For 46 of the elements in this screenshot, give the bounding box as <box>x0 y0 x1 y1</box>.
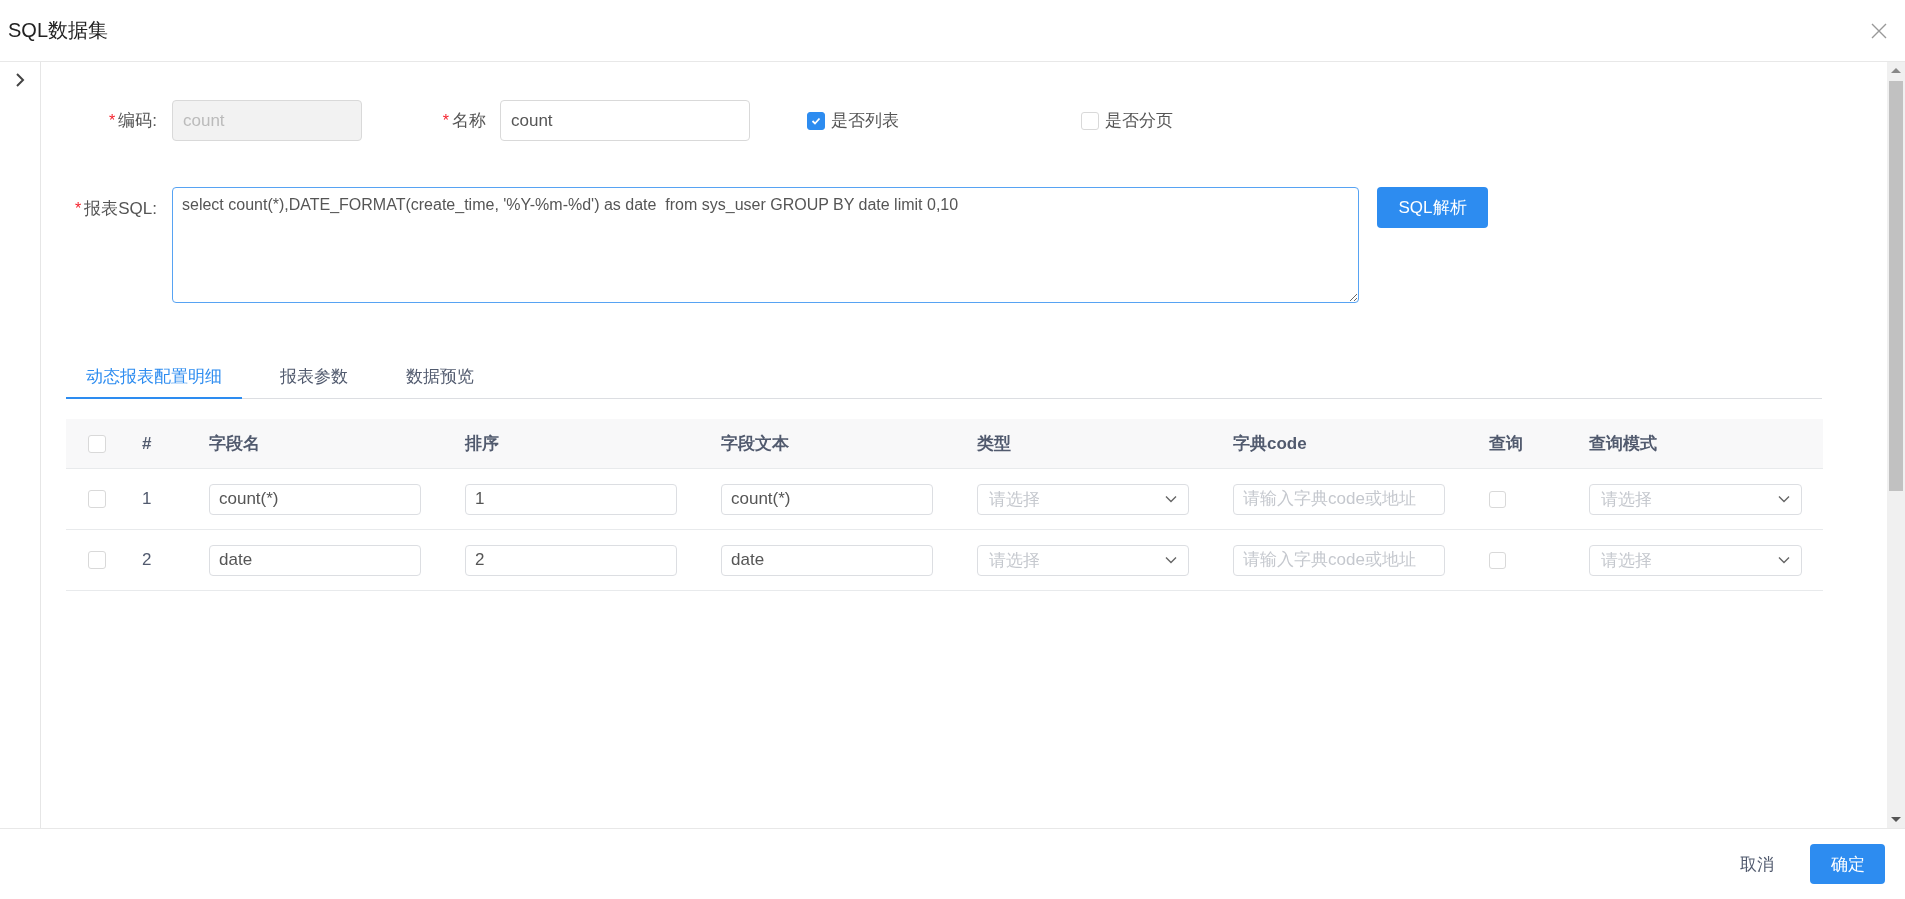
row-number: 2 <box>142 550 152 570</box>
row-checkbox[interactable] <box>88 551 106 569</box>
field-name-input[interactable]: count(*) <box>209 483 421 515</box>
column-header: 字段文本 <box>721 433 789 455</box>
dict-code-input[interactable]: 请输入字典code或地址 <box>1233 544 1445 576</box>
query-checkbox[interactable] <box>1489 490 1506 508</box>
query-checkbox[interactable] <box>1489 551 1506 569</box>
column-header: 排序 <box>465 433 499 455</box>
dict-code-input[interactable]: 请输入字典code或地址 <box>1233 483 1445 515</box>
field-name-input[interactable]: date <box>209 544 421 576</box>
name-input[interactable]: count <box>500 100 750 141</box>
column-header: 查询 <box>1489 433 1523 455</box>
row-number: 1 <box>142 489 152 509</box>
select-all-checkbox[interactable] <box>88 434 106 453</box>
required-asterisk: * <box>109 111 116 130</box>
chevron-down-icon <box>1165 495 1177 503</box>
column-header: 字典code <box>1233 433 1307 455</box>
column-header: # <box>142 433 152 454</box>
scrollbar[interactable] <box>1887 62 1905 828</box>
checkbox-label: 是否分页 <box>1105 110 1173 132</box>
sql-label: 报表SQL: <box>84 198 157 220</box>
required-asterisk: * <box>442 111 449 130</box>
sql-textarea[interactable]: select count(*),DATE_FORMAT(create_time, '%Y-%m-%d') as date from sys_user GROUP BY date limit 0,10 <box>172 187 1359 303</box>
order-input[interactable]: 2 <box>465 544 677 576</box>
tab[interactable]: 数据预览 <box>386 355 494 399</box>
column-header: 类型 <box>977 433 1011 455</box>
code-label: 编码: <box>118 110 157 132</box>
order-input[interactable]: 1 <box>465 483 677 515</box>
chevron-down-icon <box>1165 556 1177 564</box>
tab[interactable]: 动态报表配置明细 <box>66 355 242 399</box>
chevron-down-icon <box>1778 556 1790 564</box>
dialog-title: SQL数据集 <box>8 18 109 43</box>
field-text-input[interactable]: count(*) <box>721 483 933 515</box>
checkbox-label: 是否列表 <box>831 110 899 132</box>
required-asterisk: * <box>75 199 82 218</box>
cancel-button[interactable]: 取消 <box>1734 851 1780 877</box>
chevron-right-icon[interactable] <box>15 72 25 88</box>
column-header: 字段名 <box>209 433 260 455</box>
row-checkbox[interactable] <box>88 490 106 508</box>
checkbox[interactable] <box>807 111 825 130</box>
chevron-down-icon <box>1778 495 1790 503</box>
field-text-input[interactable]: date <box>721 544 933 576</box>
close-icon[interactable] <box>1871 22 1887 39</box>
column-header: 查询模式 <box>1589 433 1657 455</box>
tab[interactable]: 报表参数 <box>260 355 368 399</box>
name-label: 名称 <box>452 110 486 132</box>
